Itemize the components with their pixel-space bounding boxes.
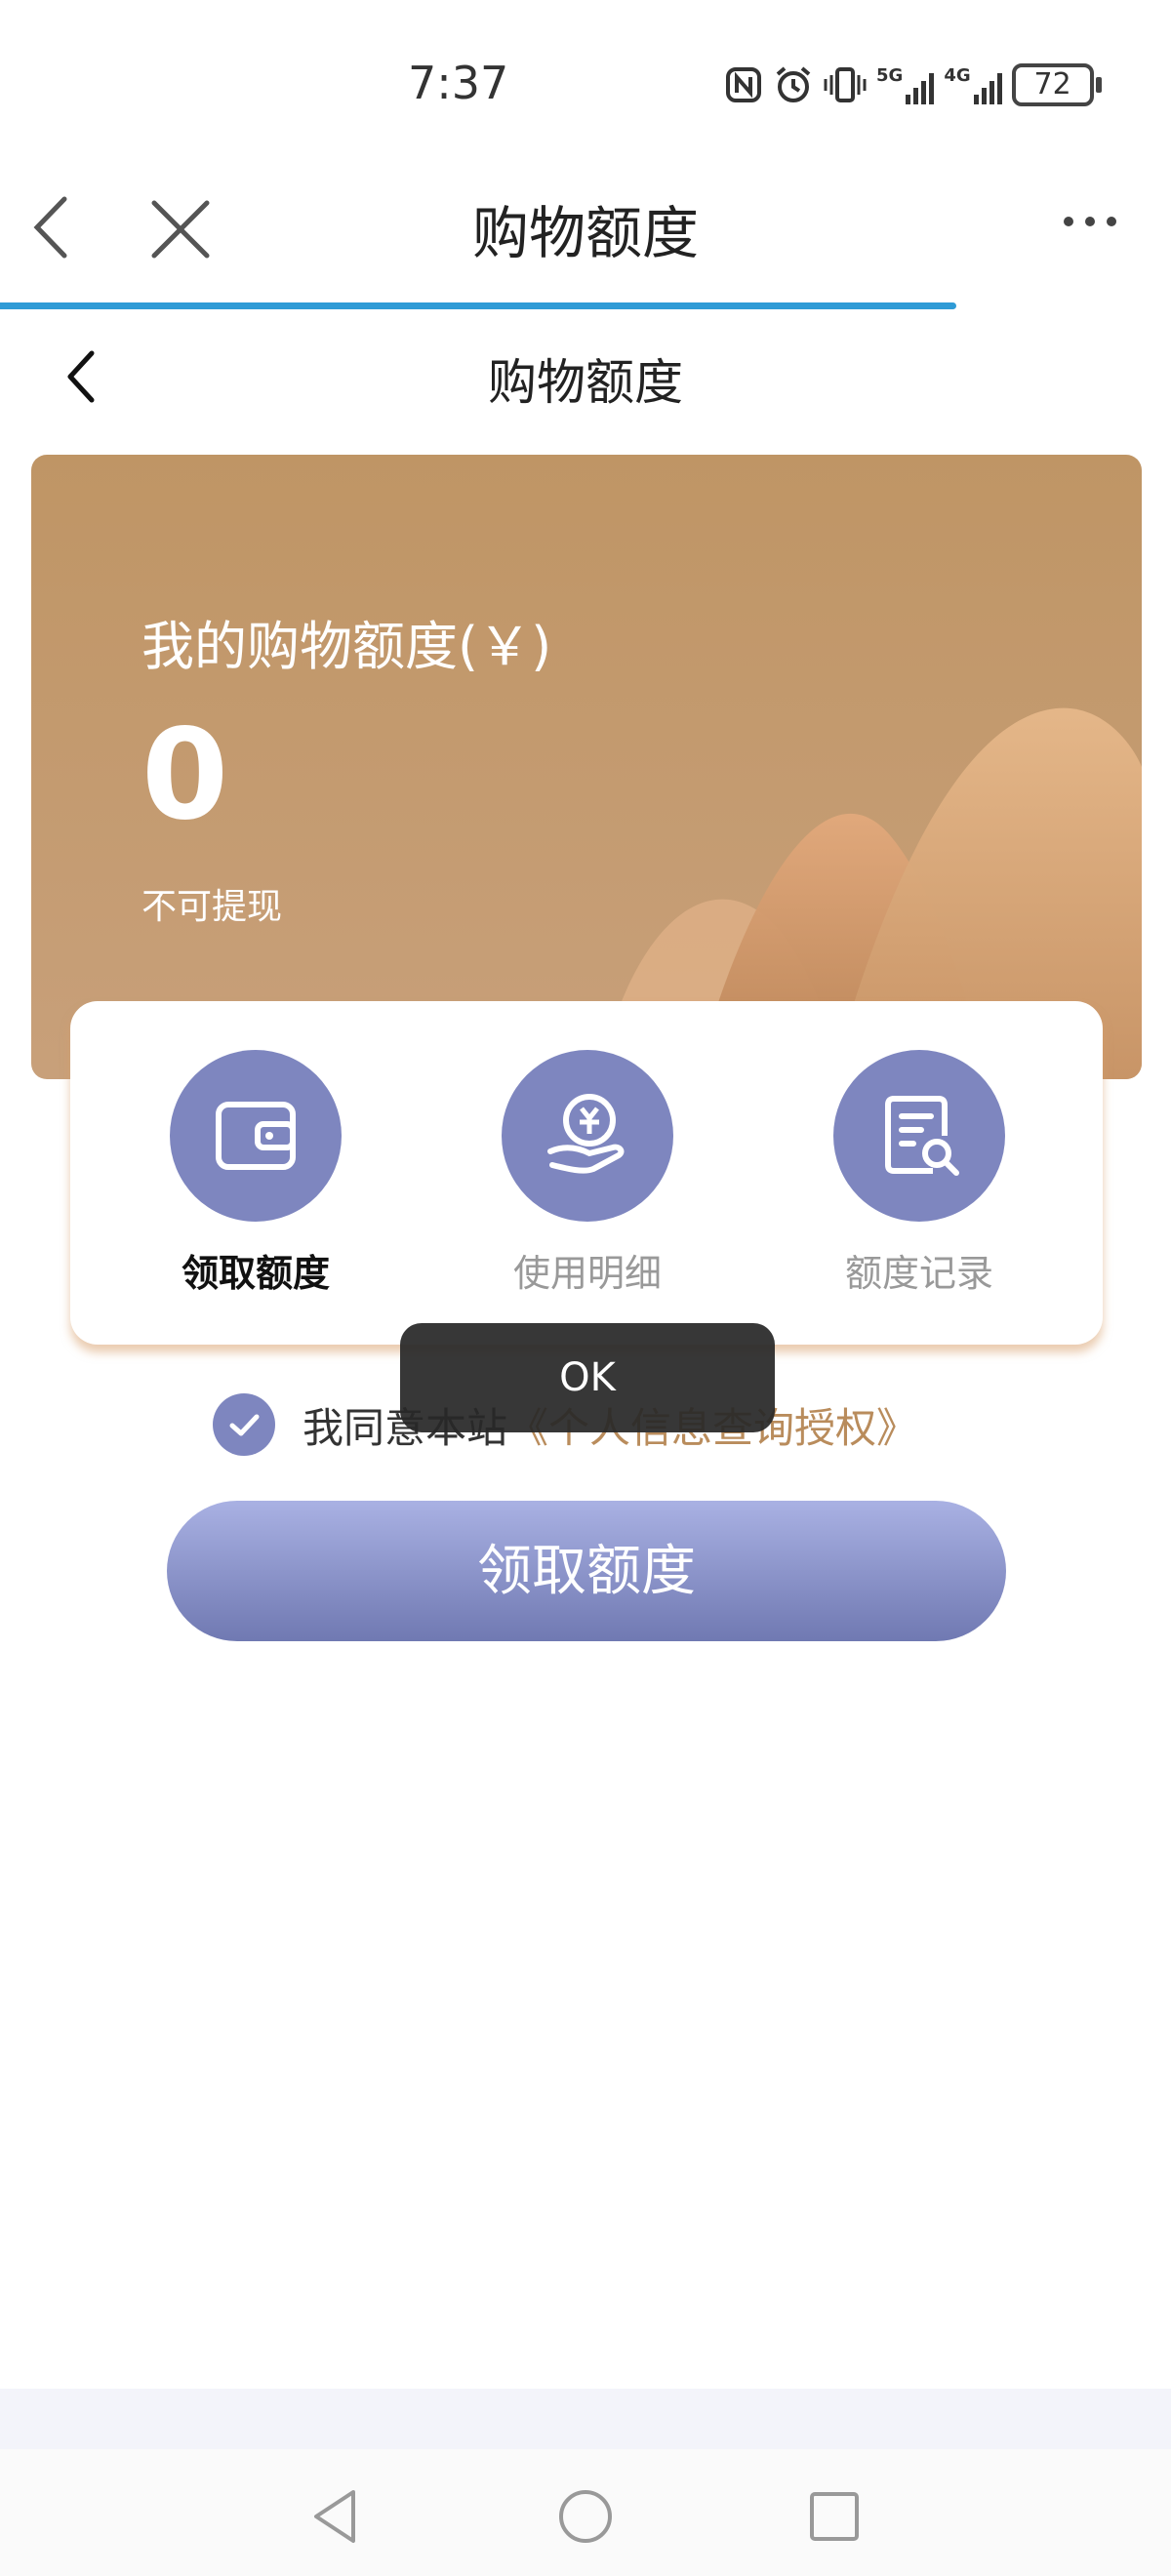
action-claim-credit[interactable]: 领取额度 bbox=[109, 1001, 402, 1297]
toast-message: OK bbox=[400, 1323, 775, 1432]
credit-note: 不可提现 bbox=[141, 887, 283, 927]
nfc-icon bbox=[726, 67, 761, 102]
signal-4g-icon: 4G bbox=[944, 65, 1002, 104]
action-label: 使用明细 bbox=[512, 1252, 662, 1295]
net-5g-label: 5G bbox=[876, 65, 904, 86]
signal-5g-icon: 5G bbox=[876, 65, 935, 104]
bottom-strip bbox=[0, 2389, 1171, 2449]
action-label: 额度记录 bbox=[844, 1252, 993, 1295]
credit-label: 我的购物额度(￥) bbox=[141, 616, 552, 677]
browser-title: 购物额度 bbox=[471, 200, 699, 266]
action-label: 领取额度 bbox=[181, 1252, 330, 1295]
home-circle-icon[interactable] bbox=[551, 2482, 620, 2551]
net-4g-label: 4G bbox=[944, 65, 971, 86]
document-search-icon bbox=[833, 1050, 1005, 1222]
battery-icon: 72 bbox=[1011, 63, 1102, 106]
check-icon bbox=[229, 1414, 260, 1436]
credit-amount: 0 bbox=[141, 703, 229, 848]
status-icons: 5G 4G 72 bbox=[724, 59, 1102, 111]
back-triangle-icon[interactable] bbox=[303, 2482, 371, 2551]
claim-credit-button[interactable]: 领取额度 bbox=[167, 1501, 1006, 1641]
action-card: 领取额度 使用明细 额度记录 bbox=[70, 1001, 1103, 1345]
yuan-hand-icon bbox=[502, 1050, 673, 1222]
loading-progress-bar bbox=[0, 302, 956, 309]
alarm-icon bbox=[776, 66, 811, 102]
recents-square-icon[interactable] bbox=[800, 2482, 868, 2551]
action-usage-details[interactable]: 使用明细 bbox=[441, 1001, 734, 1297]
status-time: 7:37 bbox=[408, 57, 509, 109]
agree-checkbox[interactable] bbox=[213, 1393, 275, 1456]
action-credit-records[interactable]: 额度记录 bbox=[773, 1001, 1066, 1297]
more-icon[interactable] bbox=[1064, 217, 1122, 236]
page-title: 购物额度 bbox=[488, 354, 683, 411]
wallet-icon bbox=[170, 1050, 342, 1222]
vibrate-icon bbox=[824, 67, 867, 102]
